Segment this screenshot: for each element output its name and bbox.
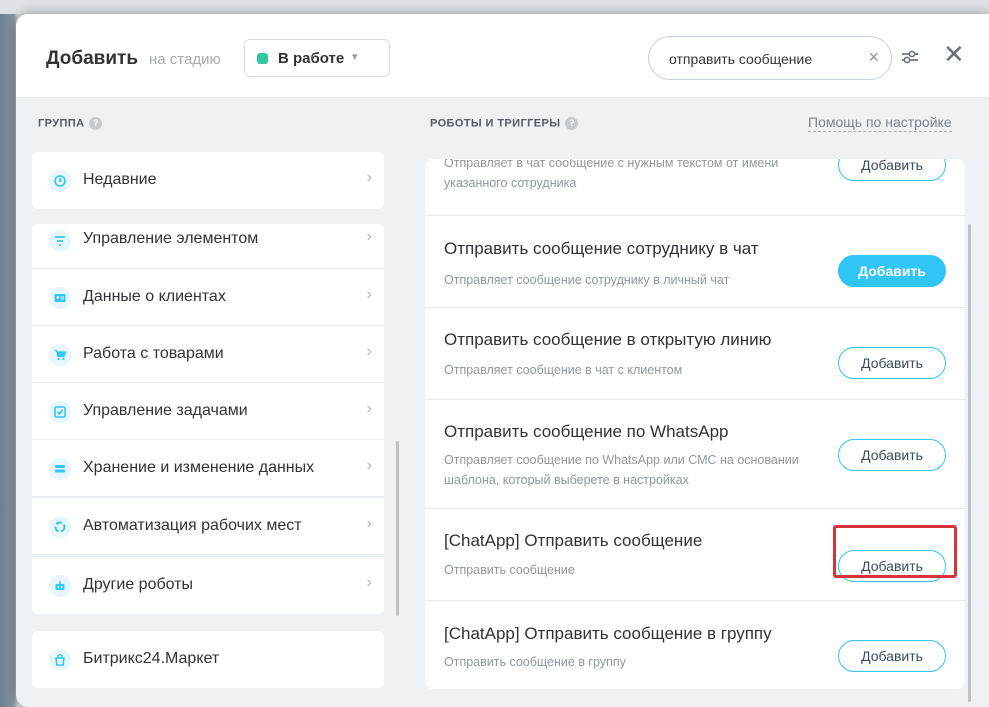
group-label: Недавние — [83, 171, 157, 188]
group-label: Данные о клиентах — [83, 288, 226, 305]
group-item-workplace-automation[interactable]: Автоматизация рабочих мест › — [32, 498, 384, 555]
robot-title: Отправить сообщение сотруднику в чат — [444, 239, 759, 258]
chevron-right-icon: › — [366, 228, 372, 245]
group-item-recent[interactable]: Недавние › — [32, 152, 384, 209]
robot-description: Отправляет в чат сообщение с нужным текс… — [444, 159, 779, 190]
group-label: Другие роботы — [83, 576, 194, 593]
robot-title: [ChatApp] Отправить сообщение — [444, 531, 703, 550]
left-scrollbar[interactable] — [396, 441, 399, 616]
search-input[interactable]: отправить сообщение × — [648, 36, 892, 80]
chevron-right-icon: › — [366, 400, 372, 417]
robot-icon — [49, 575, 71, 597]
chevron-right-icon: › — [366, 169, 372, 186]
robots-list: Отправляет в чат сообщение с нужным текс… — [425, 159, 965, 689]
robot-item: Отправить сообщение по WhatsApp Отправля… — [425, 400, 965, 509]
add-robot-dialog: Добавить на стадию В работе ▾ отправить … — [16, 14, 989, 707]
group-item-market[interactable]: Битрикс24.Маркет — [32, 631, 384, 688]
chevron-right-icon: › — [366, 574, 372, 591]
add-button[interactable]: Добавить — [838, 159, 946, 181]
chevron-down-icon: ▾ — [352, 51, 358, 63]
group-label: Управление элементом — [83, 230, 259, 247]
help-icon[interactable]: ? — [565, 117, 579, 130]
chevron-right-icon: › — [366, 515, 372, 532]
robot-item: [ChatApp] Отправить сообщение в группу О… — [425, 601, 965, 689]
dialog-header: Добавить на стадию В работе ▾ отправить … — [16, 14, 989, 98]
group-label: Работа с товарами — [83, 345, 224, 362]
task-icon — [49, 401, 71, 423]
stage-color-dot — [257, 53, 268, 64]
group-item-element-control[interactable]: Управление элементом › — [32, 224, 384, 269]
robot-title: Отправить сообщение в открытую линию — [444, 330, 772, 349]
dialog-title: Добавить — [46, 48, 139, 69]
stage-select[interactable]: В работе ▾ — [244, 39, 390, 77]
group-item-data-storage[interactable]: Хранение и изменение данных › — [32, 440, 384, 497]
help-icon[interactable]: ? — [89, 117, 103, 130]
group-label: Управление задачами — [83, 402, 248, 419]
cycle-icon — [49, 516, 71, 538]
chevron-right-icon: › — [366, 286, 372, 303]
group-label: Хранение и изменение данных — [83, 459, 315, 476]
add-button[interactable]: Добавить — [838, 255, 946, 287]
group-item-products[interactable]: Работа с товарами › — [32, 326, 384, 383]
search-value[interactable]: отправить сообщение — [669, 51, 812, 67]
close-icon[interactable]: ✕ — [943, 41, 965, 67]
cart-icon — [49, 344, 71, 366]
robot-description: Отправить сообщение в группу — [444, 655, 626, 669]
chevron-right-icon: › — [366, 343, 372, 360]
clear-search-icon[interactable]: × — [868, 47, 879, 68]
group-item-tasks[interactable]: Управление задачами › — [32, 383, 384, 440]
group-section-label: ГРУППА — [38, 117, 85, 130]
robot-description: Отправляет сообщение в чат с клиентом — [444, 363, 683, 377]
group-item-client-data[interactable]: Данные о клиентах › — [32, 269, 384, 326]
settings-sliders-icon[interactable] — [899, 46, 921, 68]
clock-icon — [49, 170, 71, 192]
robot-title: [ChatApp] Отправить сообщение в группу — [444, 624, 772, 643]
group-item-other-robots[interactable]: Другие роботы › — [32, 557, 384, 614]
backdrop-top — [0, 0, 989, 14]
group-section-title: ГРУППА? — [38, 117, 103, 130]
robot-item: Отправить сообщение сотруднику в чат Отп… — [425, 216, 965, 308]
database-icon — [49, 458, 71, 480]
robot-description: Отправить сообщение — [444, 563, 575, 577]
robot-title: Отправить сообщение по WhatsApp — [444, 422, 729, 441]
highlight-frame — [833, 525, 957, 578]
group-label: Автоматизация рабочих мест — [83, 517, 302, 534]
add-button[interactable]: Добавить — [838, 439, 946, 471]
robots-section-label: РОБОТЫ И ТРИГГЕРЫ — [430, 117, 561, 130]
robot-item: Отправляет в чат сообщение с нужным текс… — [425, 159, 965, 216]
add-button[interactable]: Добавить — [838, 640, 946, 672]
stage-value: В работе — [278, 50, 345, 67]
robot-description: Отправляет сообщение сотруднику в личный… — [444, 273, 730, 287]
filter-icon — [49, 230, 71, 252]
setup-help-link[interactable]: Помощь по настройке — [808, 114, 952, 132]
chevron-right-icon: › — [366, 457, 372, 474]
right-scrollbar[interactable] — [968, 224, 971, 702]
robot-description: Отправляет сообщение по WhatsApp или СМС… — [444, 453, 799, 487]
group-label: Битрикс24.Маркет — [83, 650, 220, 667]
robots-section-title: РОБОТЫ И ТРИГГЕРЫ? — [430, 117, 579, 130]
stage-label: на стадию — [149, 51, 221, 68]
robot-item: Отправить сообщение в открытую линию Отп… — [425, 308, 965, 400]
add-button[interactable]: Добавить — [838, 347, 946, 379]
contact-card-icon — [49, 287, 71, 309]
market-bag-icon — [49, 649, 71, 671]
